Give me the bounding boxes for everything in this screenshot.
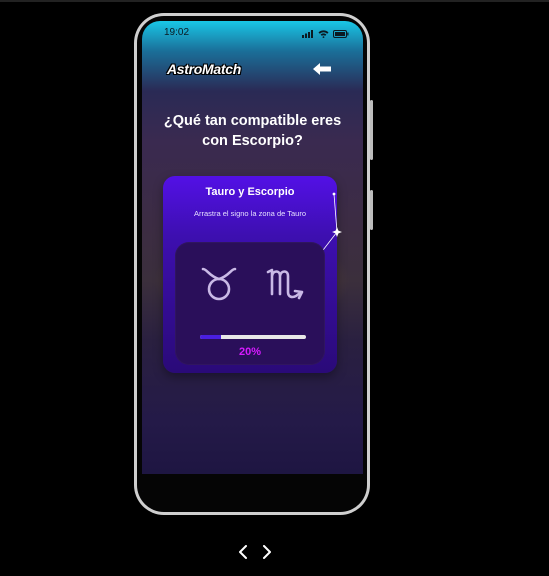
app-logo: AstroMatch <box>167 61 242 77</box>
compatibility-card: Tauro y Escorpio Arrastra el signo la zo… <box>163 176 342 373</box>
app-bar: AstroMatch <box>142 51 363 81</box>
question-line-1: ¿Qué tan compatible eres <box>163 113 342 129</box>
phone-side-button <box>370 100 373 160</box>
phone-frame: 19:02 AstroMatch ¿Qué tan compatible ere… <box>134 13 370 515</box>
back-button[interactable] <box>310 60 334 78</box>
chevron-right-icon <box>263 545 271 559</box>
taurus-sign[interactable] <box>197 262 241 306</box>
drop-zone[interactable]: 20% <box>175 242 325 365</box>
wifi-icon <box>318 23 329 42</box>
card-title: Tauro y Escorpio <box>205 186 295 198</box>
previous-button[interactable] <box>236 543 250 561</box>
progress-fill <box>200 335 222 339</box>
signal-icon <box>302 23 314 42</box>
card-instruction: Arrastra el signo la zona de Tauro <box>193 209 306 218</box>
compatibility-progress-bar <box>200 335 306 339</box>
app-screen: 19:02 AstroMatch ¿Qué tan compatible ere… <box>142 21 363 492</box>
battery-icon <box>333 23 349 42</box>
top-divider <box>0 0 549 2</box>
chevron-left-icon <box>239 545 247 559</box>
phone-side-button <box>370 190 373 230</box>
scorpio-sign[interactable] <box>265 262 309 306</box>
scorpio-icon <box>266 268 304 300</box>
next-button[interactable] <box>260 543 274 561</box>
status-bar: 19:02 <box>142 21 363 43</box>
bottom-bar <box>142 474 363 492</box>
compatibility-percentage: 20% <box>238 346 262 358</box>
status-time: 19:02 <box>164 26 190 38</box>
compatibility-question: ¿Qué tan compatible eres con Escorpio? <box>142 111 363 151</box>
taurus-icon <box>201 267 237 301</box>
question-line-2: con Escorpio? <box>202 133 303 149</box>
arrow-left-icon <box>313 63 331 75</box>
carousel-nav <box>236 543 274 561</box>
